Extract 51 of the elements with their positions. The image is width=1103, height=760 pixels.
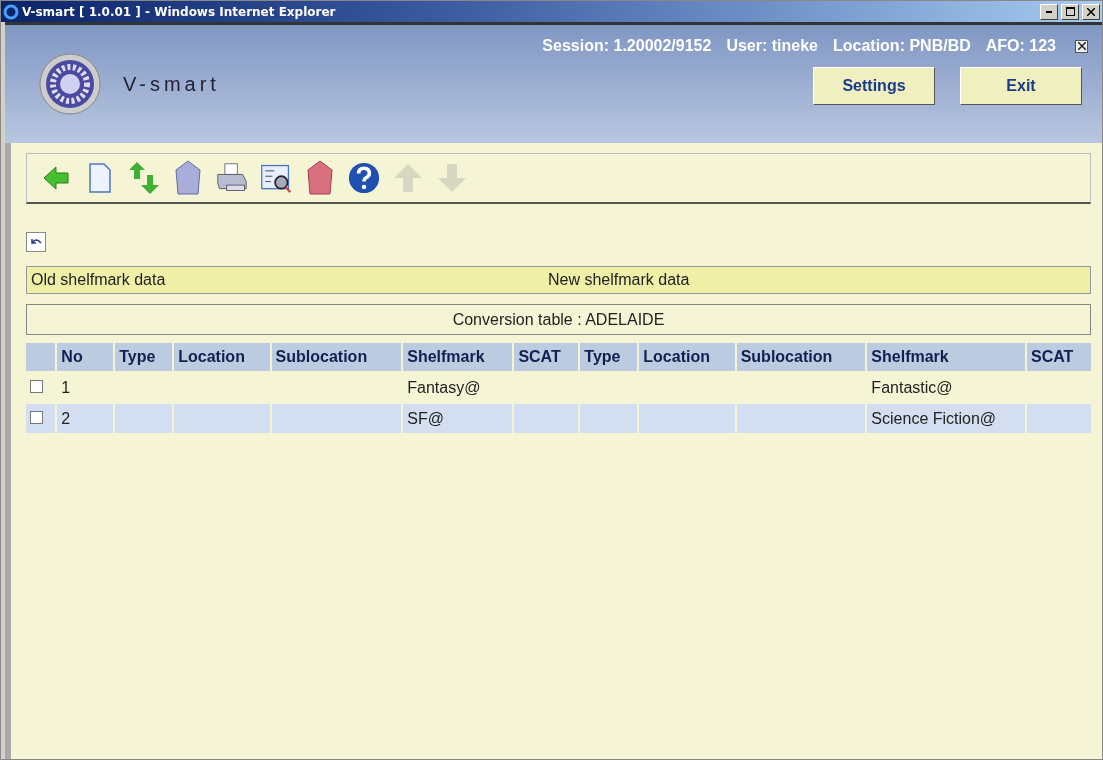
- column-header: Sublocation: [271, 343, 402, 371]
- logo-text: V-smart: [123, 72, 220, 96]
- table-cell: [514, 402, 579, 433]
- close-button[interactable]: [1075, 39, 1088, 53]
- settings-button[interactable]: Settings: [813, 67, 935, 105]
- maximize-button[interactable]: [1061, 3, 1079, 20]
- logo-icon: [39, 53, 101, 115]
- help-icon: [348, 162, 380, 194]
- maximize-icon: [1065, 7, 1075, 16]
- exit-button[interactable]: Exit: [960, 67, 1082, 105]
- column-header: Type: [580, 343, 638, 371]
- undo-icon: [30, 237, 42, 247]
- column-header: Location: [639, 343, 735, 371]
- afo-info: AFO: 123: [985, 37, 1056, 55]
- table-cell: [580, 402, 638, 433]
- up-down-arrows-icon: [128, 161, 160, 195]
- header-cell: [26, 343, 56, 371]
- up-arrow-icon: [393, 163, 423, 193]
- minimize-button[interactable]: [1040, 3, 1058, 20]
- minimize-icon: [1046, 10, 1052, 13]
- column-header: Type: [115, 343, 173, 371]
- column-header: Location: [174, 343, 270, 371]
- table-cell: 2: [57, 402, 114, 433]
- trash-bin-icon: [173, 160, 203, 196]
- window-title: V-smart [ 1.0.01 ] - Windows Internet Explorer: [22, 4, 337, 19]
- column-header: SCAT: [1027, 343, 1091, 371]
- session-info: Session: 1.20002/9152: [542, 37, 712, 55]
- new-document-icon: [88, 162, 112, 194]
- table-cell: [1027, 402, 1091, 433]
- close-icon: [1087, 7, 1095, 16]
- trash-bin-icon: [305, 160, 335, 196]
- column-header: Sublocation: [736, 343, 866, 371]
- location-info: Location: PNB/BD: [832, 37, 971, 55]
- close-icon: [1077, 42, 1086, 50]
- column-header: Shelfmark: [867, 343, 1025, 371]
- new-data-label: New shelfmark data: [548, 271, 690, 289]
- table-cell: Science Fiction@: [867, 402, 1025, 433]
- column-header: No: [57, 343, 114, 371]
- table-cell: [115, 402, 173, 433]
- table-caption: Conversion table : ADELAIDE: [26, 304, 1091, 335]
- column-header: SCAT: [514, 343, 579, 371]
- undo-button[interactable]: [26, 232, 46, 252]
- table-cell: SF@: [403, 402, 513, 433]
- back-arrow-icon: [42, 164, 70, 192]
- down-arrow-icon: [437, 163, 467, 193]
- browser-icon: [3, 3, 19, 20]
- row-checkbox[interactable]: [30, 379, 43, 393]
- old-data-label: Old shelfmark data: [30, 271, 167, 289]
- column-header: Shelfmark: [403, 343, 513, 371]
- user-info: User: tineke: [726, 37, 818, 55]
- row-checkbox[interactable]: [30, 410, 43, 424]
